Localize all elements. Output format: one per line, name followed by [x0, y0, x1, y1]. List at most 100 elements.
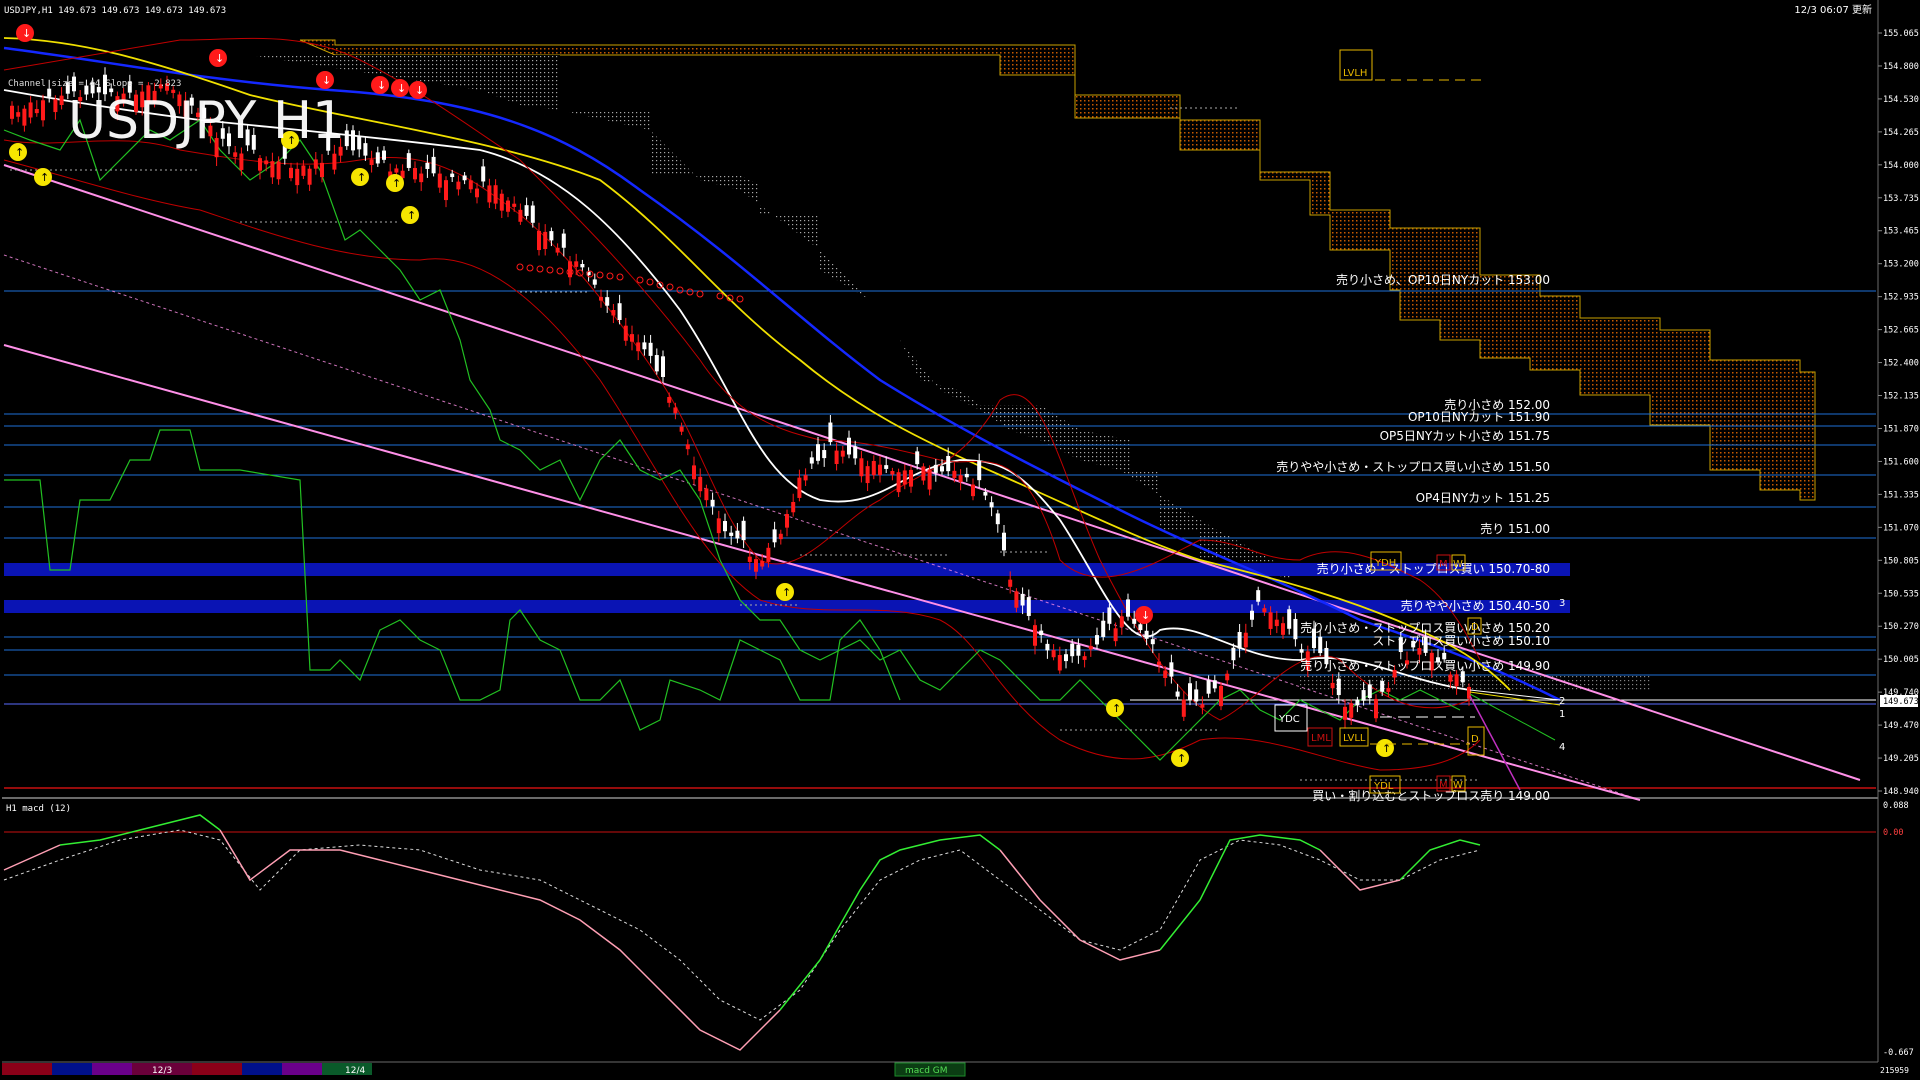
price-tick-label: 152.400	[1883, 359, 1919, 369]
candle-body	[617, 303, 622, 320]
d-marker-2: D	[1471, 734, 1479, 745]
candle-body	[555, 247, 560, 253]
chart-window[interactable]: ↑↑↑↑ ↑↑↑↑↑↑↓↓↓ ↓ ↓ ↓↓ USDJPY,H1 149.673 149.…	[0, 0, 1920, 1080]
candle-body	[685, 444, 690, 450]
candle-body	[313, 159, 318, 169]
candle-body	[1448, 674, 1453, 682]
candle-body	[785, 514, 789, 528]
candle-body	[964, 473, 969, 478]
svg-text:1: 1	[1559, 709, 1565, 720]
level-label: 買い・割り込むとストップロス売り 149.00	[1312, 788, 1550, 803]
price-tick-label: 152.935	[1883, 293, 1919, 303]
candle-body	[1417, 648, 1422, 655]
candle-body	[456, 181, 461, 190]
candle-body	[462, 175, 467, 181]
candle-body	[716, 518, 721, 534]
candle-body	[233, 152, 238, 157]
level-label: OP10日NYカット 151.90	[1408, 410, 1550, 424]
candle-body	[1256, 590, 1261, 602]
candle-body	[977, 460, 982, 481]
level-label: 売り 151.00	[1480, 521, 1550, 536]
candle-body	[1281, 623, 1285, 635]
price-tick-label: 151.070	[1883, 523, 1919, 533]
candle-body	[1318, 636, 1323, 654]
candle-body	[853, 446, 858, 459]
candle-body	[1132, 618, 1137, 624]
candle-body	[1088, 645, 1093, 650]
candle-body	[754, 559, 758, 572]
candle-body	[809, 457, 814, 464]
candle-body	[1454, 674, 1459, 687]
candle-body	[549, 231, 554, 241]
candle-body	[760, 560, 765, 567]
candle-body	[921, 466, 926, 481]
candle-body	[958, 475, 963, 482]
svg-text:4: 4	[1559, 742, 1565, 753]
candle-body	[543, 231, 548, 250]
candle-body	[1206, 680, 1211, 694]
candle-body	[1095, 635, 1099, 645]
candle-body	[791, 501, 796, 513]
candle-body	[642, 342, 647, 350]
candle-body	[946, 456, 951, 472]
buy-signal-arrow-icon: ↑	[15, 146, 24, 159]
candle-body	[1188, 683, 1192, 700]
candle-body	[344, 130, 349, 147]
buy-signal-arrow-icon: ↑	[407, 209, 416, 222]
candle-body	[1163, 670, 1168, 678]
price-tick-label: 153.735	[1883, 194, 1919, 204]
candle-body	[1113, 628, 1118, 642]
candle-body	[1343, 706, 1347, 720]
candle-body	[320, 162, 324, 178]
symbol-info: USDJPY,H1 149.673 149.673 149.673 149.67…	[4, 6, 226, 16]
candle-body	[654, 355, 659, 372]
buy-signal-arrow-icon: ↑	[782, 586, 791, 599]
candle-body	[692, 465, 696, 480]
price-tick-label: 154.800	[1883, 62, 1919, 72]
candle-body	[1051, 650, 1056, 658]
candle-body	[258, 158, 262, 171]
w-marker-2: W	[1453, 780, 1463, 791]
candle-body	[679, 426, 684, 432]
candle-body	[1200, 704, 1205, 708]
price-tick-label: 149.205	[1883, 754, 1919, 764]
candle-body	[1268, 612, 1273, 629]
candle-body	[1181, 699, 1186, 717]
candle-body	[481, 166, 486, 182]
svg-text:-0.667: -0.667	[1883, 1048, 1914, 1058]
candle-body	[828, 422, 833, 443]
candle-body	[1330, 682, 1335, 689]
ydc-marker: YDC	[1278, 714, 1300, 725]
candle-body	[636, 342, 641, 352]
candle-body	[834, 450, 839, 465]
candle-body	[1126, 599, 1130, 617]
candle-body	[1250, 610, 1254, 620]
candle-body	[363, 143, 368, 156]
candle-body	[1169, 662, 1174, 677]
candle-body	[778, 533, 783, 540]
candle-body	[983, 491, 988, 496]
candle-body	[1212, 680, 1217, 689]
candle-body	[1299, 649, 1304, 653]
svg-text:3: 3	[1559, 598, 1565, 609]
candle-body	[419, 173, 424, 183]
candle-body	[506, 200, 510, 212]
candle-body	[933, 464, 938, 473]
svg-text:2: 2	[1559, 696, 1565, 707]
candle-body	[896, 472, 901, 493]
candle-body	[1144, 630, 1149, 639]
candle-body	[1057, 655, 1062, 671]
level-label: OP4日NYカット 151.25	[1416, 491, 1550, 505]
d-marker: D	[1471, 622, 1479, 633]
price-tick-label: 154.530	[1883, 95, 1919, 105]
candle-body	[574, 261, 579, 267]
candle-body	[592, 279, 597, 285]
sell-signal-arrow-icon: ↓	[377, 79, 386, 92]
candle-body	[822, 450, 827, 459]
price-tick-label: 153.200	[1883, 260, 1919, 270]
candle-body	[1262, 608, 1267, 613]
candle-body	[295, 168, 300, 186]
candle-body	[1287, 609, 1292, 629]
candle-body	[710, 499, 715, 507]
lvll-marker: LVLL	[1343, 733, 1366, 744]
